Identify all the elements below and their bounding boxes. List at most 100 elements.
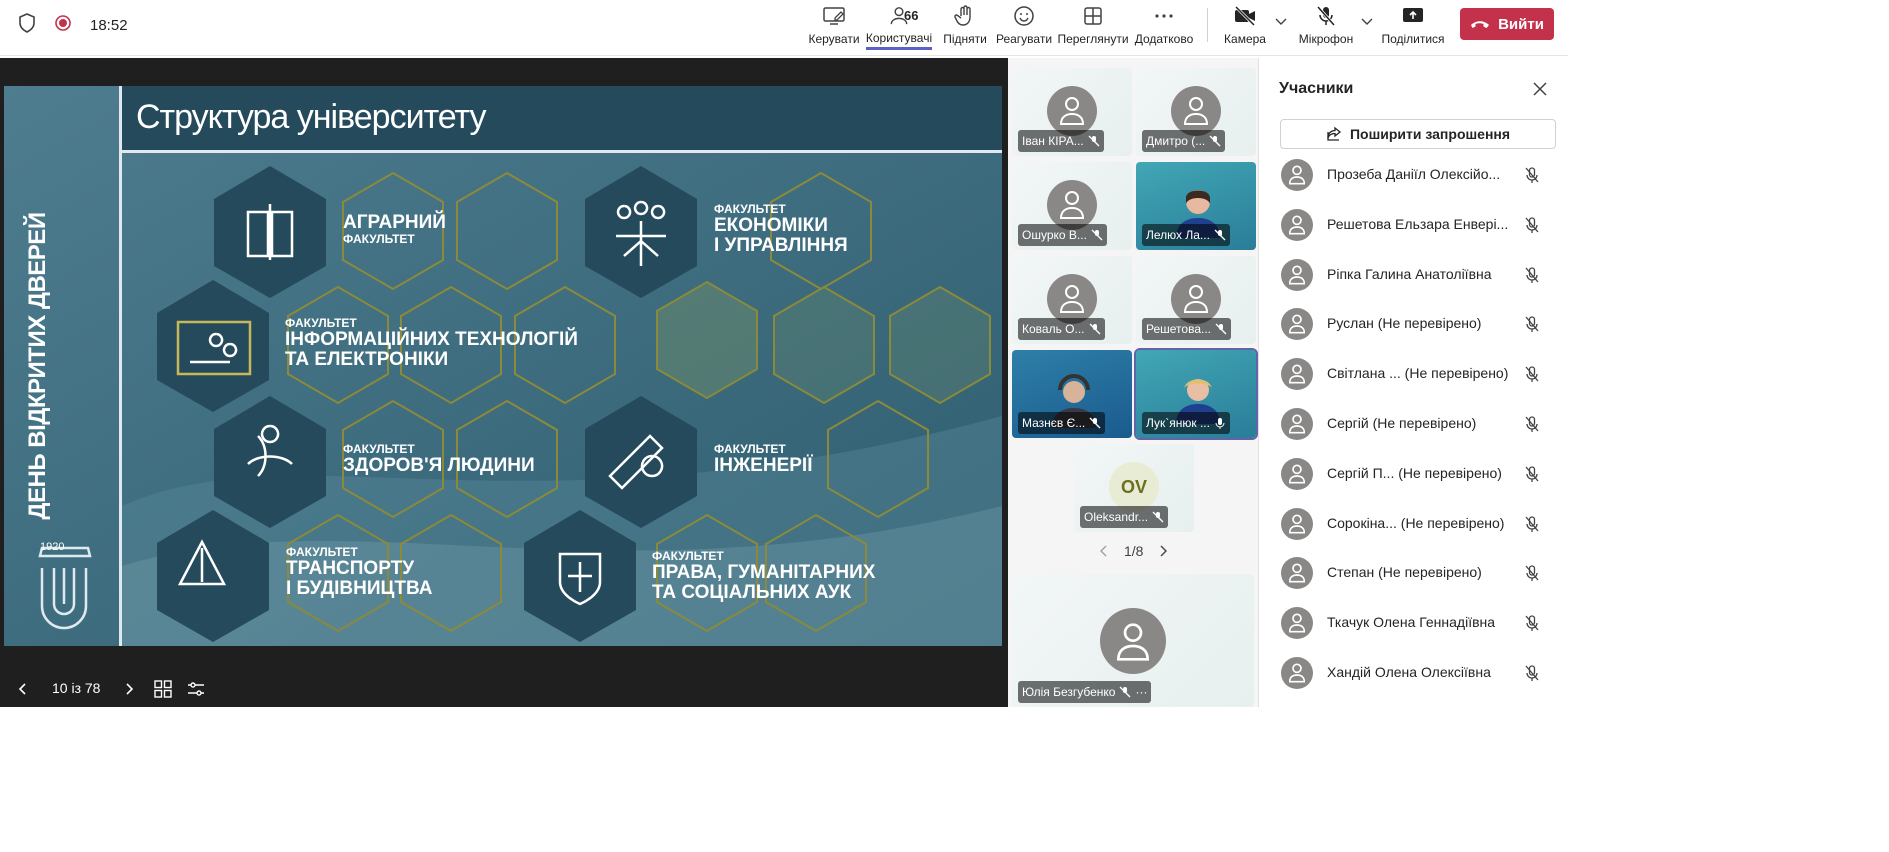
manage-button[interactable]: Керувати: [808, 4, 860, 50]
participant-row[interactable]: Сергій П... (Не перевірено): [1259, 449, 1569, 499]
grid-view-icon[interactable]: [154, 680, 172, 698]
gallery-page-counter: 1/8: [1124, 543, 1144, 559]
participant-video-tile[interactable]: Лелюх Ла...: [1136, 162, 1256, 250]
participant-video-tile-speaking[interactable]: Лук`янюк ...: [1134, 348, 1258, 440]
mic-button[interactable]: Мікрофон: [1298, 4, 1354, 50]
avatar: [1047, 180, 1097, 230]
self-name: Юлія Безгубенко: [1022, 685, 1116, 699]
gallery-pager: 1/8: [1098, 543, 1169, 559]
next-slide-icon[interactable]: [122, 682, 136, 696]
faculty-engineering-title: ІНЖЕНЕРІЇ: [714, 454, 813, 476]
meeting-timer: 18:52: [90, 16, 128, 34]
mic-off-icon: [1525, 316, 1539, 333]
initials-avatar: OV: [1109, 462, 1159, 512]
name-plate: Oleksandr...: [1080, 506, 1169, 528]
raise-hand-button[interactable]: Підняти: [940, 4, 990, 50]
name-plate: Лук`янюк ...: [1142, 412, 1230, 434]
participant-row[interactable]: Світлана ... (Не перевірено): [1259, 349, 1569, 399]
panel-title: Учасники: [1279, 80, 1354, 97]
name-plate: Іван КІРА...: [1018, 130, 1104, 152]
recording-icon: [54, 14, 72, 37]
hand-icon: [954, 5, 971, 26]
react-button[interactable]: Реагувати: [996, 4, 1052, 50]
participant-tile[interactable]: Решетова...: [1136, 256, 1256, 344]
avatar: [1047, 86, 1097, 136]
participant-tile[interactable]: Ошурко В...: [1012, 162, 1132, 250]
slide-title: Структура університету: [136, 98, 486, 136]
participant-name: Oleksandr...: [1084, 510, 1149, 524]
faculty-health: ФАКУЛЬТЕТ ЗДОРОВ'Я ЛЮДИНИ: [343, 443, 535, 476]
next-page-icon[interactable]: [1157, 545, 1169, 557]
faculty-transport-title-1: ТРАНСПОРТУ: [286, 557, 415, 579]
self-more-options[interactable]: ···: [1135, 685, 1147, 699]
participant-row[interactable]: Ріпка Галина Анатоліївна: [1259, 250, 1569, 300]
participant-row[interactable]: Хандій Олена Олексіївна: [1259, 648, 1569, 698]
name-plate: Дмитро (...: [1142, 130, 1226, 152]
camera-label: Камера: [1224, 32, 1266, 46]
participant-row[interactable]: Ткачук Олена Геннадіївна: [1259, 598, 1569, 648]
participant-row[interactable]: Руслан (Не перевірено): [1259, 299, 1569, 349]
toolbar-divider: [1207, 8, 1208, 42]
camera-options-chevron-icon[interactable]: [1274, 14, 1288, 28]
share-invite-button[interactable]: Поширити запрошення: [1280, 119, 1556, 149]
participant-name: Ріпка Галина Анатоліївна: [1327, 265, 1492, 282]
faculty-it-title-1: ІНФОРМАЦІЙНИХ ТЕХНОЛОГІЙ: [285, 328, 578, 350]
raise-label: Підняти: [943, 32, 987, 46]
camera-button[interactable]: Камера: [1222, 4, 1268, 50]
faculty-health-title: ЗДОРОВ'Я ЛЮДИНИ: [343, 454, 535, 476]
previous-slide-icon[interactable]: [16, 682, 30, 696]
faculty-economics-title-1: ЕКОНОМІКИ: [714, 214, 828, 236]
avatar: [1281, 159, 1313, 191]
avatar: [1281, 258, 1313, 291]
view-button[interactable]: Переглянути: [1057, 4, 1129, 50]
name-plate: Ошурко В...: [1018, 224, 1107, 246]
participant-row[interactable]: Степан (Не перевірено): [1259, 548, 1569, 598]
faculty-agrarian: АГРАРНИЙ ФАКУЛЬТЕТ: [343, 213, 446, 246]
close-icon[interactable]: [1531, 80, 1549, 98]
participant-row[interactable]: Прозеба Даніїл Олексійо...: [1259, 150, 1569, 200]
participant-tile[interactable]: Коваль О...: [1012, 256, 1132, 344]
mic-off-icon: [1089, 323, 1100, 335]
avatar: [1047, 274, 1097, 324]
mic-off-icon: [1316, 6, 1336, 26]
avatar: [1281, 457, 1313, 490]
participant-tile[interactable]: Дмитро (...: [1136, 68, 1256, 156]
avatar: [1281, 308, 1313, 341]
view-label: Переглянути: [1057, 32, 1129, 46]
share-button[interactable]: Поділитися: [1381, 4, 1445, 50]
hang-up-icon: [1471, 21, 1490, 28]
participant-tile[interactable]: Іван КІРА...: [1012, 68, 1132, 156]
participants-list: Прозеба Даніїл Олексійо... Решетова Ельза…: [1259, 150, 1569, 698]
self-view-tile[interactable]: Юлія Безгубенко ···: [1012, 574, 1254, 707]
people-count: 66: [904, 8, 919, 23]
more-button[interactable]: Додатково: [1135, 4, 1193, 50]
participant-row[interactable]: Сергій (Не перевірено): [1259, 399, 1569, 449]
participant-video-tile[interactable]: Мазнєв Є...: [1012, 350, 1132, 438]
previous-page-icon[interactable]: [1098, 545, 1110, 557]
participant-name: Дмитро (...: [1146, 134, 1206, 148]
smiley-icon: [1014, 6, 1034, 26]
settings-sliders-icon[interactable]: [187, 680, 205, 698]
mic-off-icon: [1525, 466, 1539, 482]
mic-off-icon: [1089, 417, 1101, 429]
participant-name: Хандій Олена Олексіївна: [1327, 663, 1491, 680]
participant-row[interactable]: Решетова Ельзара Енвері...: [1259, 200, 1569, 250]
participant-name: Степан (Не перевірено): [1327, 564, 1482, 581]
presentation-stage: Структура університету ДЕНЬ ВІДКРИТИХ ДВ…: [0, 58, 1008, 707]
participant-name: Ошурко В...: [1022, 228, 1087, 242]
leave-button[interactable]: Вийти: [1460, 8, 1554, 40]
mic-options-chevron-icon[interactable]: [1360, 14, 1374, 28]
participant-row[interactable]: Сорокіна... (Не перевірено): [1259, 499, 1569, 549]
people-button[interactable]: 66 Користувачі: [865, 4, 933, 50]
faculty-agrarian-title: АГРАРНИЙ: [343, 212, 446, 233]
participant-tile[interactable]: OV Oleksandr...: [1074, 444, 1194, 532]
avatar: [1281, 557, 1313, 590]
avatar: [1281, 656, 1313, 689]
mic-off-icon: [1091, 229, 1103, 241]
share-screen-icon: [1403, 8, 1423, 22]
shield-icon[interactable]: [18, 12, 36, 38]
camera-off-icon: [1234, 5, 1256, 27]
avatar: [1281, 607, 1313, 640]
mic-off-icon: [1525, 266, 1539, 283]
faculty-transport: ФАКУЛЬТЕТ ТРАНСПОРТУ І БУДІВНИЦТВА: [286, 546, 433, 598]
